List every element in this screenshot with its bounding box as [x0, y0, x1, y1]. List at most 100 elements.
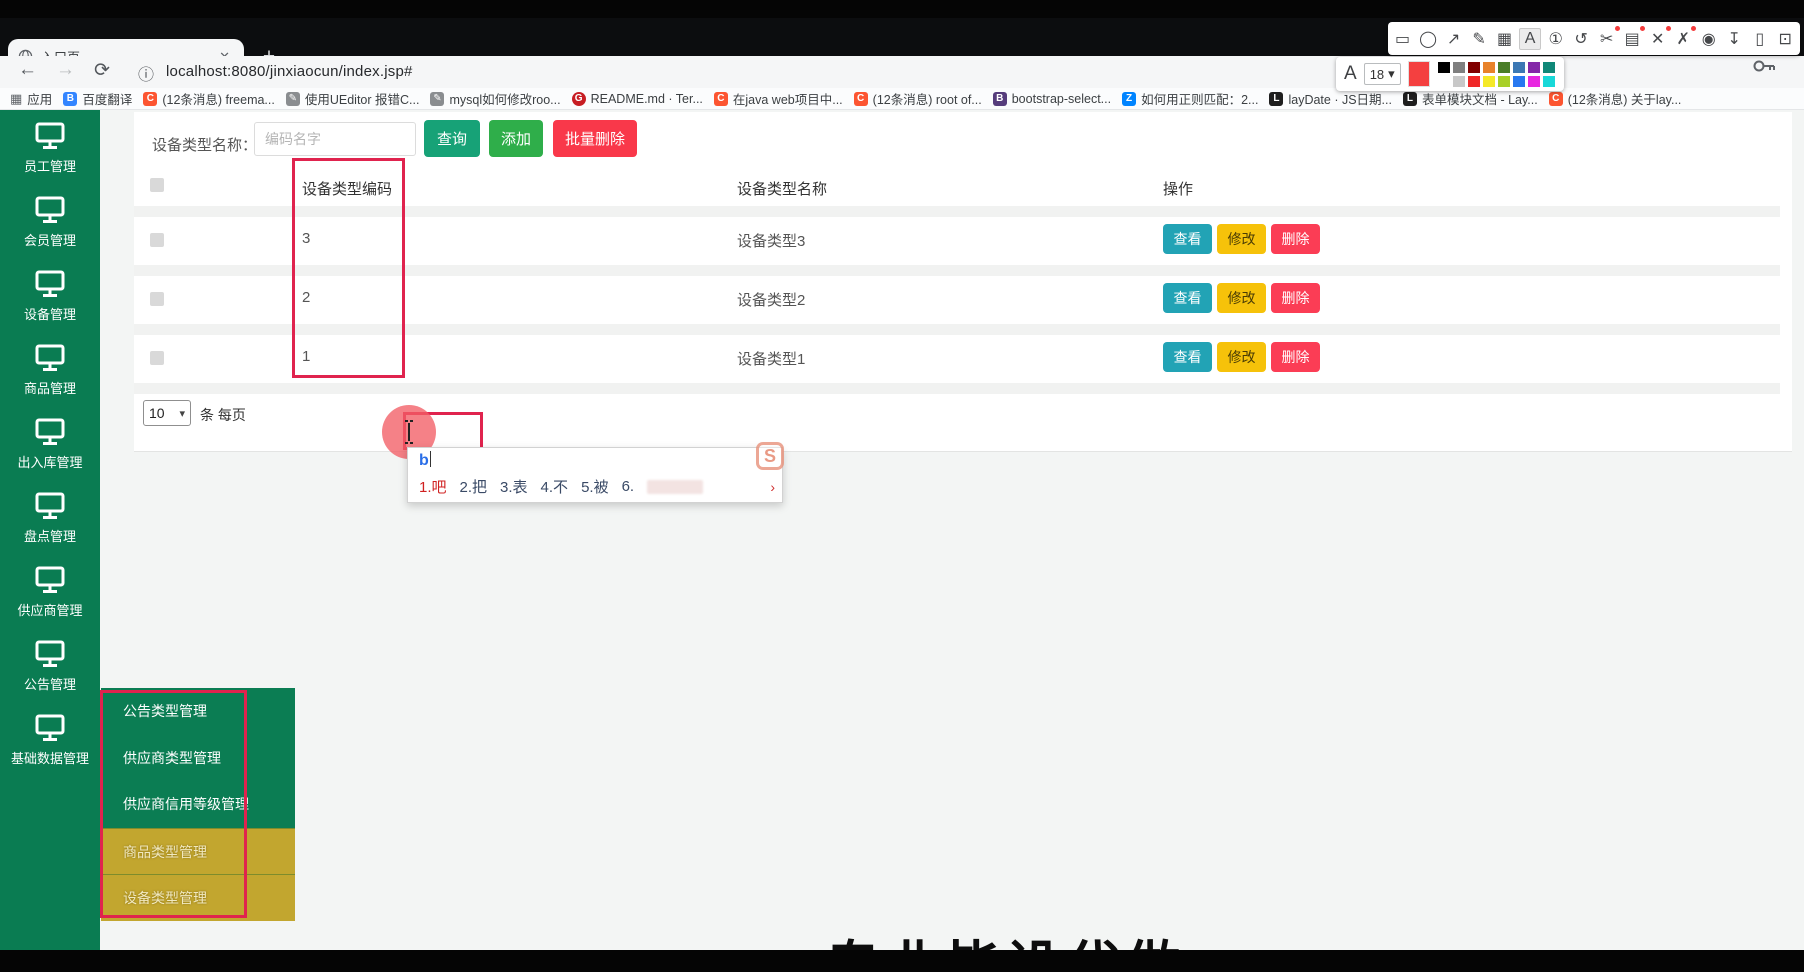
- sidebar-item-device[interactable]: 设备管理: [0, 258, 100, 332]
- palette-color[interactable]: [1452, 61, 1466, 74]
- search-input[interactable]: [254, 122, 416, 156]
- bookmark-item[interactable]: L表单模块文档 - Lay...: [1403, 89, 1538, 108]
- view-button[interactable]: 查看: [1163, 283, 1212, 313]
- mosaic-tool[interactable]: ▦: [1494, 28, 1516, 50]
- bookmark-item[interactable]: C(12条消息) root of...: [854, 89, 982, 108]
- ime-candidate[interactable]: 4.不: [541, 476, 569, 497]
- ime-candidate[interactable]: 6.: [622, 478, 635, 495]
- back-icon[interactable]: ←: [18, 59, 37, 81]
- record-tool[interactable]: ◉: [1698, 28, 1720, 50]
- arrow-tool[interactable]: ↗: [1443, 28, 1465, 50]
- palette-color[interactable]: [1497, 75, 1511, 88]
- chevron-down-icon: ▾: [1388, 66, 1395, 82]
- palette-color[interactable]: [1482, 75, 1496, 88]
- select-all-checkbox[interactable]: [150, 178, 164, 192]
- page-size-select[interactable]: 10 ▾: [143, 400, 191, 426]
- cell-name: 设备类型1: [737, 348, 805, 369]
- palette-color[interactable]: [1527, 61, 1541, 74]
- bookmark-item[interactable]: ▦应用: [10, 89, 52, 108]
- bookmark-favicon: C: [143, 92, 157, 106]
- rectangle-tool[interactable]: ▭: [1392, 28, 1414, 50]
- site-info-icon[interactable]: ⓘ: [138, 61, 154, 85]
- query-button[interactable]: 查询: [424, 120, 480, 157]
- download-tool[interactable]: ↧: [1723, 28, 1745, 50]
- batch-delete-button[interactable]: 批量删除: [553, 120, 637, 157]
- row-checkbox[interactable]: [150, 351, 164, 365]
- ellipse-tool[interactable]: ◯: [1417, 28, 1439, 50]
- forward-icon[interactable]: →: [56, 59, 75, 81]
- text-style-icon: A: [1344, 63, 1357, 85]
- font-size-select[interactable]: 18▾: [1364, 63, 1401, 85]
- edit-button[interactable]: 修改: [1217, 342, 1266, 372]
- delete-button[interactable]: 删除: [1271, 342, 1320, 372]
- palette-color[interactable]: [1497, 61, 1511, 74]
- view-button[interactable]: 查看: [1163, 224, 1212, 254]
- sidebar-item-basic-data[interactable]: 基础数据管理: [0, 702, 100, 776]
- bookmark-item[interactable]: LlayDate · JS日期...: [1269, 89, 1392, 108]
- cancel-tool[interactable]: ✕: [1647, 28, 1669, 50]
- delete-button[interactable]: 删除: [1271, 224, 1320, 254]
- sidebar-item-employee[interactable]: 员工管理: [0, 110, 100, 184]
- palette-color[interactable]: [1542, 75, 1556, 88]
- monitor-icon: [33, 196, 67, 224]
- copy-tool[interactable]: ⊡: [1774, 28, 1796, 50]
- current-color-swatch[interactable]: [1408, 61, 1430, 87]
- palette-color[interactable]: [1452, 75, 1466, 88]
- ime-candidate[interactable]: 2.把: [460, 476, 488, 497]
- ocr-tool[interactable]: ▤: [1621, 28, 1643, 50]
- pen-tool[interactable]: ✎: [1468, 28, 1490, 50]
- ime-typed-text: b: [419, 451, 431, 470]
- row-checkbox[interactable]: [150, 233, 164, 247]
- sidebar-item-product[interactable]: 商品管理: [0, 332, 100, 406]
- column-header-name: 设备类型名称: [737, 178, 827, 199]
- bookmark-favicon: B: [63, 92, 77, 106]
- sidebar-item-warehouse[interactable]: 出入库管理: [0, 406, 100, 480]
- bookmark-item[interactable]: C(12条消息) freema...: [143, 89, 275, 108]
- palette-color[interactable]: [1437, 75, 1451, 88]
- palette-color[interactable]: [1542, 61, 1556, 74]
- add-button[interactable]: 添加: [489, 120, 543, 157]
- undo-tool[interactable]: ↺: [1570, 28, 1592, 50]
- view-button[interactable]: 查看: [1163, 342, 1212, 372]
- url-text[interactable]: localhost:8080/jinxiaocun/index.jsp#: [166, 63, 413, 80]
- palette-color[interactable]: [1512, 61, 1526, 74]
- ime-candidate[interactable]: 1.吧: [419, 476, 447, 497]
- badge-dot: [1691, 26, 1696, 31]
- bookmark-item[interactable]: ✎使用UEditor 报错C...: [286, 89, 420, 108]
- palette-color[interactable]: [1512, 75, 1526, 88]
- palette-color[interactable]: [1467, 61, 1481, 74]
- text-tool[interactable]: A: [1519, 28, 1541, 50]
- ime-next-page-icon[interactable]: ›: [770, 479, 775, 495]
- confirm-tool[interactable]: ✗: [1672, 28, 1694, 50]
- save-tool[interactable]: ▯: [1749, 28, 1771, 50]
- reload-icon[interactable]: ⟳: [94, 59, 110, 82]
- bookmark-item[interactable]: B百度翻译: [63, 89, 132, 108]
- bookmark-item[interactable]: Bbootstrap-select...: [993, 92, 1111, 106]
- bookmark-item[interactable]: Z如何用正则匹配：2...: [1122, 89, 1258, 108]
- bookmark-favicon: L: [1269, 92, 1283, 106]
- sidebar-item-supplier[interactable]: 供应商管理: [0, 554, 100, 628]
- bookmark-item[interactable]: ✎mysql如何修改roo...: [430, 89, 560, 108]
- ime-candidate[interactable]: 3.表: [500, 476, 528, 497]
- bottom-black-bar: [0, 950, 1804, 972]
- bookmark-favicon: G: [572, 92, 586, 106]
- edit-button[interactable]: 修改: [1217, 283, 1266, 313]
- delete-button[interactable]: 删除: [1271, 283, 1320, 313]
- counter-tool[interactable]: ①: [1545, 28, 1567, 50]
- sidebar-item-stocktaking[interactable]: 盘点管理: [0, 480, 100, 554]
- palette-color[interactable]: [1527, 75, 1541, 88]
- sidebar-item-member[interactable]: 会员管理: [0, 184, 100, 258]
- row-checkbox[interactable]: [150, 292, 164, 306]
- password-key-icon[interactable]: [1752, 58, 1776, 79]
- bookmark-item[interactable]: C(12条消息) 关于lay...: [1549, 89, 1682, 108]
- scissors-tool[interactable]: ✂: [1596, 28, 1618, 50]
- palette-color[interactable]: [1482, 61, 1496, 74]
- edit-button[interactable]: 修改: [1217, 224, 1266, 254]
- palette-color[interactable]: [1437, 61, 1451, 74]
- monitor-icon: [33, 344, 67, 372]
- bookmark-item[interactable]: C在java web项目中...: [714, 89, 843, 108]
- sidebar-item-announcement[interactable]: 公告管理: [0, 628, 100, 702]
- ime-candidate[interactable]: 5.被: [581, 476, 609, 497]
- bookmark-item[interactable]: GREADME.md · Ter...: [572, 92, 703, 106]
- palette-color[interactable]: [1467, 75, 1481, 88]
